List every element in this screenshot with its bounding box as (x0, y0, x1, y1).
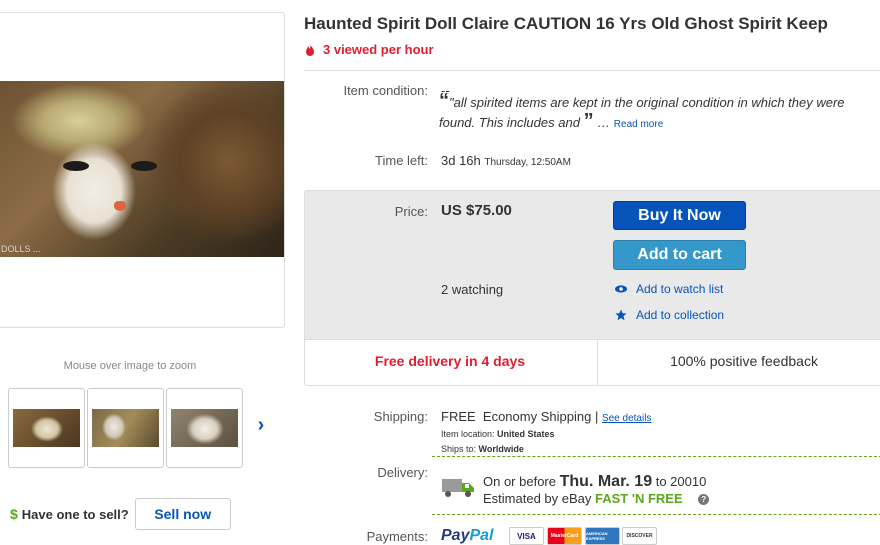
watch-list-label[interactable]: Add to watch list (636, 282, 723, 296)
thumbnail-image (13, 409, 80, 447)
shipping-method: Economy Shipping (482, 409, 592, 424)
paypal-logo-pal: Pal (469, 527, 494, 544)
time-left-value: 3d 16h Thursday, 12:50AM (441, 153, 571, 168)
close-quote-icon: ” (583, 110, 594, 132)
delivery-estimate-line: Estimated by eBay FAST 'N FREE ? (483, 491, 710, 506)
delivery-suffix: to 20010 (655, 474, 707, 489)
thumbnail-1[interactable] (8, 388, 85, 468)
shipping-label: Shipping: (373, 409, 428, 424)
sell-now-button[interactable]: Sell now (134, 498, 231, 530)
title-divider (304, 70, 880, 71)
buy-it-now-button[interactable]: Buy It Now (613, 201, 746, 230)
shipping-separator: | (594, 409, 599, 424)
time-left-duration: 3d 16h (441, 153, 481, 168)
photo-watermark: DOLLS ... (1, 244, 41, 254)
open-quote-icon: “ (439, 90, 449, 112)
eye-icon (615, 285, 627, 293)
mastercard-card-icon: MasterCard (547, 527, 582, 545)
paypal-logo-pay: Pay (441, 527, 470, 544)
sell-prompt-text: Have one to sell? (21, 506, 129, 522)
delivery-date-line: On or before Thu. Mar. 19 to 20010 (483, 473, 706, 491)
views-text: 3 viewed per hour (323, 42, 434, 57)
flame-icon (306, 43, 314, 56)
thumbnail-image (92, 409, 159, 447)
truck-icon (442, 479, 474, 497)
time-left-label: Time left: (375, 153, 428, 168)
add-to-collection-link[interactable]: Add to collection (614, 308, 724, 322)
dollar-icon: $ (10, 506, 18, 522)
delivery-prefix: On or before (483, 474, 556, 489)
condition-description: “"all spirited items are kept in the ori… (439, 90, 845, 132)
seller-feedback: 100% positive feedback (670, 353, 818, 369)
see-details-link[interactable]: See details (602, 413, 651, 424)
read-more-link[interactable]: Read more (614, 119, 663, 130)
shipping-value: FREE Economy Shipping | See details (441, 409, 651, 424)
amex-card-icon: AMERICAN EXPRESS (585, 527, 620, 545)
star-icon (615, 309, 627, 321)
chevron-right-icon[interactable]: › (252, 414, 270, 436)
delivery-label: Delivery: (377, 465, 428, 480)
collection-label[interactable]: Add to collection (636, 308, 724, 322)
thumbnail-image (171, 409, 238, 447)
ships-to-value: Worldwide (478, 444, 524, 454)
doll-mouth (114, 201, 126, 211)
item-location-value: United States (497, 429, 555, 439)
views-indicator: 3 viewed per hour (305, 42, 434, 57)
zoom-hint: Mouse over image to zoom (63, 360, 197, 372)
ships-to: Ships to: Worldwide (441, 444, 524, 454)
delivery-divider (432, 514, 880, 515)
visa-card-icon: VISA (509, 527, 544, 545)
fast-n-free-badge: FAST 'N FREE (595, 491, 683, 506)
doll-eye-left (63, 161, 89, 171)
sell-prompt: $ Have one to sell? Sell now (10, 498, 231, 530)
paypal-logo: PayPal (441, 527, 493, 545)
delivery-estimate: Estimated by eBay (483, 491, 592, 506)
thumbnail-2[interactable] (87, 388, 164, 468)
condition-label: Item condition: (343, 83, 428, 98)
item-location: Item location: United States (441, 429, 555, 439)
add-to-cart-button[interactable]: Add to cart (613, 240, 746, 270)
price-label: Price: (394, 204, 428, 219)
main-product-photo[interactable]: DOLLS ... (0, 81, 284, 257)
doll-eye-right (131, 161, 157, 171)
price-value: US $75.00 (441, 202, 512, 219)
add-to-watch-list-link[interactable]: Add to watch list (614, 282, 723, 296)
delivery-date: Thu. Mar. 19 (559, 473, 653, 490)
help-icon[interactable]: ? (698, 494, 710, 506)
thumbnail-3[interactable] (166, 388, 243, 468)
shipping-cost: FREE (441, 409, 476, 424)
listing-title: Haunted Spirit Doll Claire CAUTION 16 Yr… (304, 14, 828, 33)
time-left-end: Thursday, 12:50AM (484, 157, 571, 168)
discover-card-icon: DISCOVER (622, 527, 657, 545)
free-delivery-notice: Free delivery in 4 days (374, 353, 526, 369)
shipping-divider (432, 456, 880, 457)
ships-to-label: Ships to: (441, 444, 477, 454)
watching-count: 2 watching (441, 282, 504, 297)
main-image-container[interactable]: DOLLS ... (0, 12, 285, 328)
item-location-label: Item location: (441, 429, 495, 439)
